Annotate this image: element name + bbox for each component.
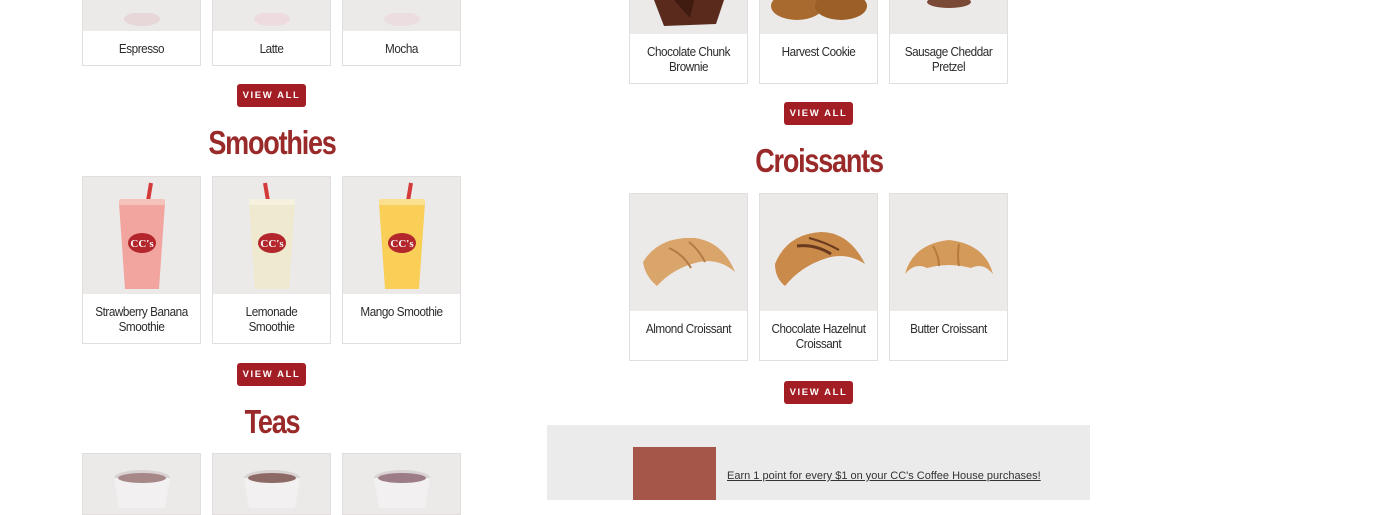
product-name: Harvest Cookie — [781, 44, 856, 59]
svg-text:CC's: CC's — [130, 238, 154, 250]
product-name: Chocolate Hazelnut Croissant — [771, 321, 866, 351]
product-card-almond-croissant[interactable]: Almond Croissant — [629, 193, 748, 361]
product-name: Sausage Cheddar Pretzel — [904, 44, 993, 74]
smoothies-heading: Smoothies — [208, 124, 336, 161]
product-card-espresso[interactable]: Espresso — [82, 0, 201, 66]
almond-croissant-image — [630, 194, 747, 311]
coffee-product-row: Espresso Latte Mocha — [82, 0, 461, 66]
view-all-bakery-button[interactable]: VIEW ALL — [784, 102, 853, 125]
espresso-image — [83, 0, 200, 31]
tea-image — [343, 454, 460, 514]
view-all-coffee-button[interactable]: VIEW ALL — [237, 84, 306, 107]
product-name: Mango Smoothie — [360, 304, 443, 319]
mango-smoothie-image: CC's — [343, 177, 460, 294]
product-card-butter-croissant[interactable]: Butter Croissant — [889, 193, 1008, 361]
smoothies-product-row: CC's Strawberry Banana Smoothie CC's Lem… — [82, 176, 461, 344]
product-card-chocolate-hazelnut-croissant[interactable]: Chocolate Hazelnut Croissant — [759, 193, 878, 361]
cookie-image — [760, 0, 877, 34]
view-all-smoothies-button[interactable]: VIEW ALL — [237, 363, 306, 386]
bakery-product-row: Chocolate Chunk Brownie Harvest Cookie S… — [629, 0, 1008, 84]
latte-image — [213, 0, 330, 31]
croissants-product-row: Almond Croissant Chocolate Hazelnut Croi… — [629, 193, 1008, 361]
product-card-mocha[interactable]: Mocha — [342, 0, 461, 66]
mocha-image — [343, 0, 460, 31]
product-card-mango-smoothie[interactable]: CC's Mango Smoothie — [342, 176, 461, 344]
brownie-image — [630, 0, 747, 34]
product-name: Latte — [259, 41, 284, 56]
product-name: Chocolate Chunk Brownie — [646, 44, 730, 74]
strawberry-smoothie-image: CC's — [83, 177, 200, 294]
croissants-heading: Croissants — [755, 142, 884, 179]
product-card-lemonade-smoothie[interactable]: CC's Lemonade Smoothie — [212, 176, 331, 344]
hazelnut-croissant-image — [760, 194, 877, 311]
product-name: Almond Croissant — [645, 321, 732, 336]
tea-image — [213, 454, 330, 514]
product-card-strawberry-banana-smoothie[interactable]: CC's Strawberry Banana Smoothie — [82, 176, 201, 344]
pretzel-image — [890, 0, 1007, 34]
rewards-promo-banner: Earn 1 point for every $1 on your CC's C… — [547, 425, 1090, 500]
product-name: Lemonade Smoothie — [245, 304, 298, 334]
promo-image — [633, 447, 716, 500]
teas-product-row — [82, 453, 461, 515]
product-name: Strawberry Banana Smoothie — [95, 304, 188, 334]
product-card-tea-2[interactable] — [212, 453, 331, 515]
svg-text:CC's: CC's — [390, 238, 414, 250]
product-name: Mocha — [385, 41, 418, 56]
product-name: Espresso — [118, 41, 165, 56]
product-card-latte[interactable]: Latte — [212, 0, 331, 66]
promo-link[interactable]: Earn 1 point for every $1 on your CC's C… — [727, 470, 1041, 482]
tea-image — [83, 454, 200, 514]
product-name: Butter Croissant — [910, 321, 987, 336]
lemonade-smoothie-image: CC's — [213, 177, 330, 294]
teas-heading: Teas — [244, 403, 301, 440]
butter-croissant-image — [890, 194, 1007, 311]
view-all-croissants-button[interactable]: VIEW ALL — [784, 381, 853, 404]
product-card-chocolate-chunk-brownie[interactable]: Chocolate Chunk Brownie — [629, 0, 748, 84]
product-card-tea-3[interactable] — [342, 453, 461, 515]
product-card-sausage-cheddar-pretzel[interactable]: Sausage Cheddar Pretzel — [889, 0, 1008, 84]
product-card-harvest-cookie[interactable]: Harvest Cookie — [759, 0, 878, 84]
product-card-tea-1[interactable] — [82, 453, 201, 515]
svg-text:CC's: CC's — [260, 238, 284, 250]
